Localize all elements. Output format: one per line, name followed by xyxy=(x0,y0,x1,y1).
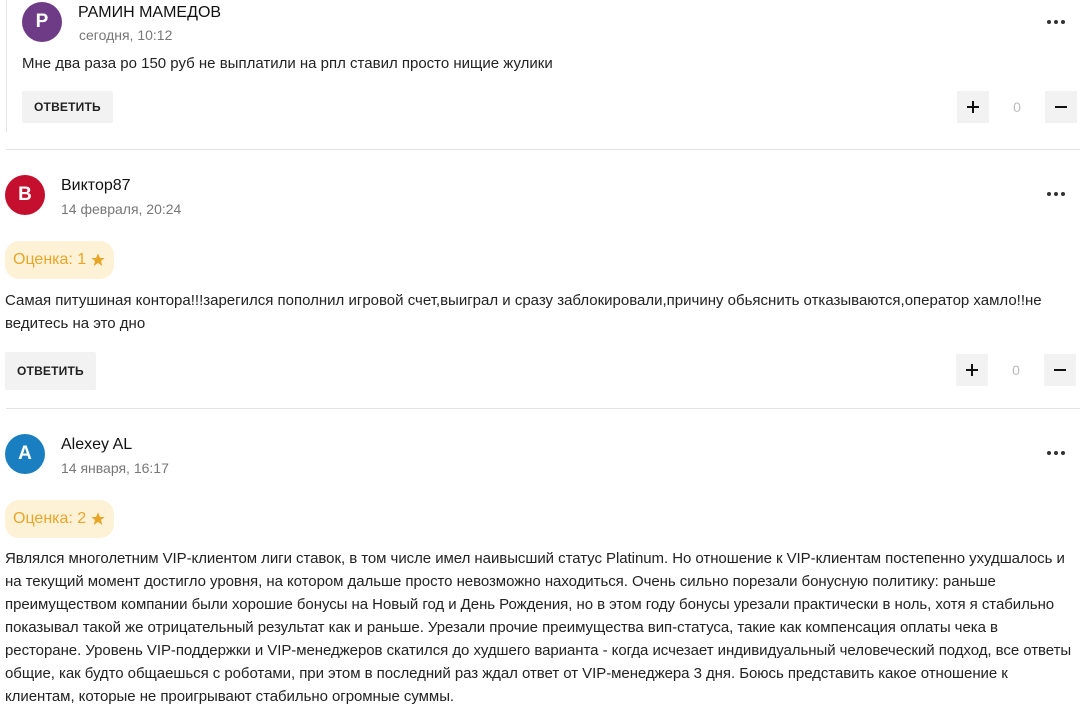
reply-button[interactable]: ОТВЕТИТЬ xyxy=(22,91,113,123)
reply-button[interactable]: ОТВЕТИТЬ xyxy=(5,352,96,390)
avatar[interactable]: В xyxy=(5,175,45,215)
comment-date: 14 января, 16:17 xyxy=(61,460,169,476)
upvote-button[interactable] xyxy=(956,354,988,386)
more-options-icon[interactable] xyxy=(1038,180,1074,208)
downvote-button[interactable] xyxy=(1044,354,1076,386)
comment-item: A Alexey AL 14 января, 16:17 Оценка: 2 Я… xyxy=(0,409,1080,713)
plus-icon xyxy=(966,364,978,376)
star-icon xyxy=(91,512,105,525)
comment-text: Являлся многолетним VIP-клиентом лиги ст… xyxy=(5,550,1072,705)
upvote-button[interactable] xyxy=(957,91,989,123)
downvote-button[interactable] xyxy=(1045,91,1077,123)
comment-text: Самая питушиная контора!!!зарегился попо… xyxy=(5,292,1042,332)
star-icon xyxy=(91,253,105,266)
rating-label: Оценка: 1 xyxy=(13,251,87,268)
comment-author[interactable]: Виктор87 xyxy=(61,177,131,195)
vote-count: 0 xyxy=(1012,362,1020,378)
rating-badge: Оценка: 2 xyxy=(5,500,115,538)
comment-author[interactable]: Alexey AL xyxy=(61,436,132,454)
comment-text: Мне два раза ро 150 руб не выплатили на … xyxy=(22,55,553,72)
comment-date: сегодня, 10:12 xyxy=(79,27,173,43)
plus-icon xyxy=(967,101,979,113)
avatar[interactable]: Р xyxy=(22,2,62,42)
comment-item: В Виктор87 14 февраля, 20:24 Оценка: 1 С… xyxy=(0,150,1080,408)
rating-badge: Оценка: 1 xyxy=(5,241,115,279)
comment-date: 14 февраля, 20:24 xyxy=(61,201,182,217)
comment-author[interactable]: РАМИН МАМЕДОВ xyxy=(78,4,221,22)
rating-label: Оценка: 2 xyxy=(13,510,87,527)
avatar[interactable]: A xyxy=(5,434,45,474)
more-options-icon[interactable] xyxy=(1038,8,1074,36)
vote-count: 0 xyxy=(1013,99,1021,115)
comment-item: Р РАМИН МАМЕДОВ сегодня, 10:12 Мне два р… xyxy=(6,0,1080,132)
more-options-icon[interactable] xyxy=(1038,439,1074,467)
minus-icon xyxy=(1054,369,1066,371)
minus-icon xyxy=(1055,106,1067,108)
